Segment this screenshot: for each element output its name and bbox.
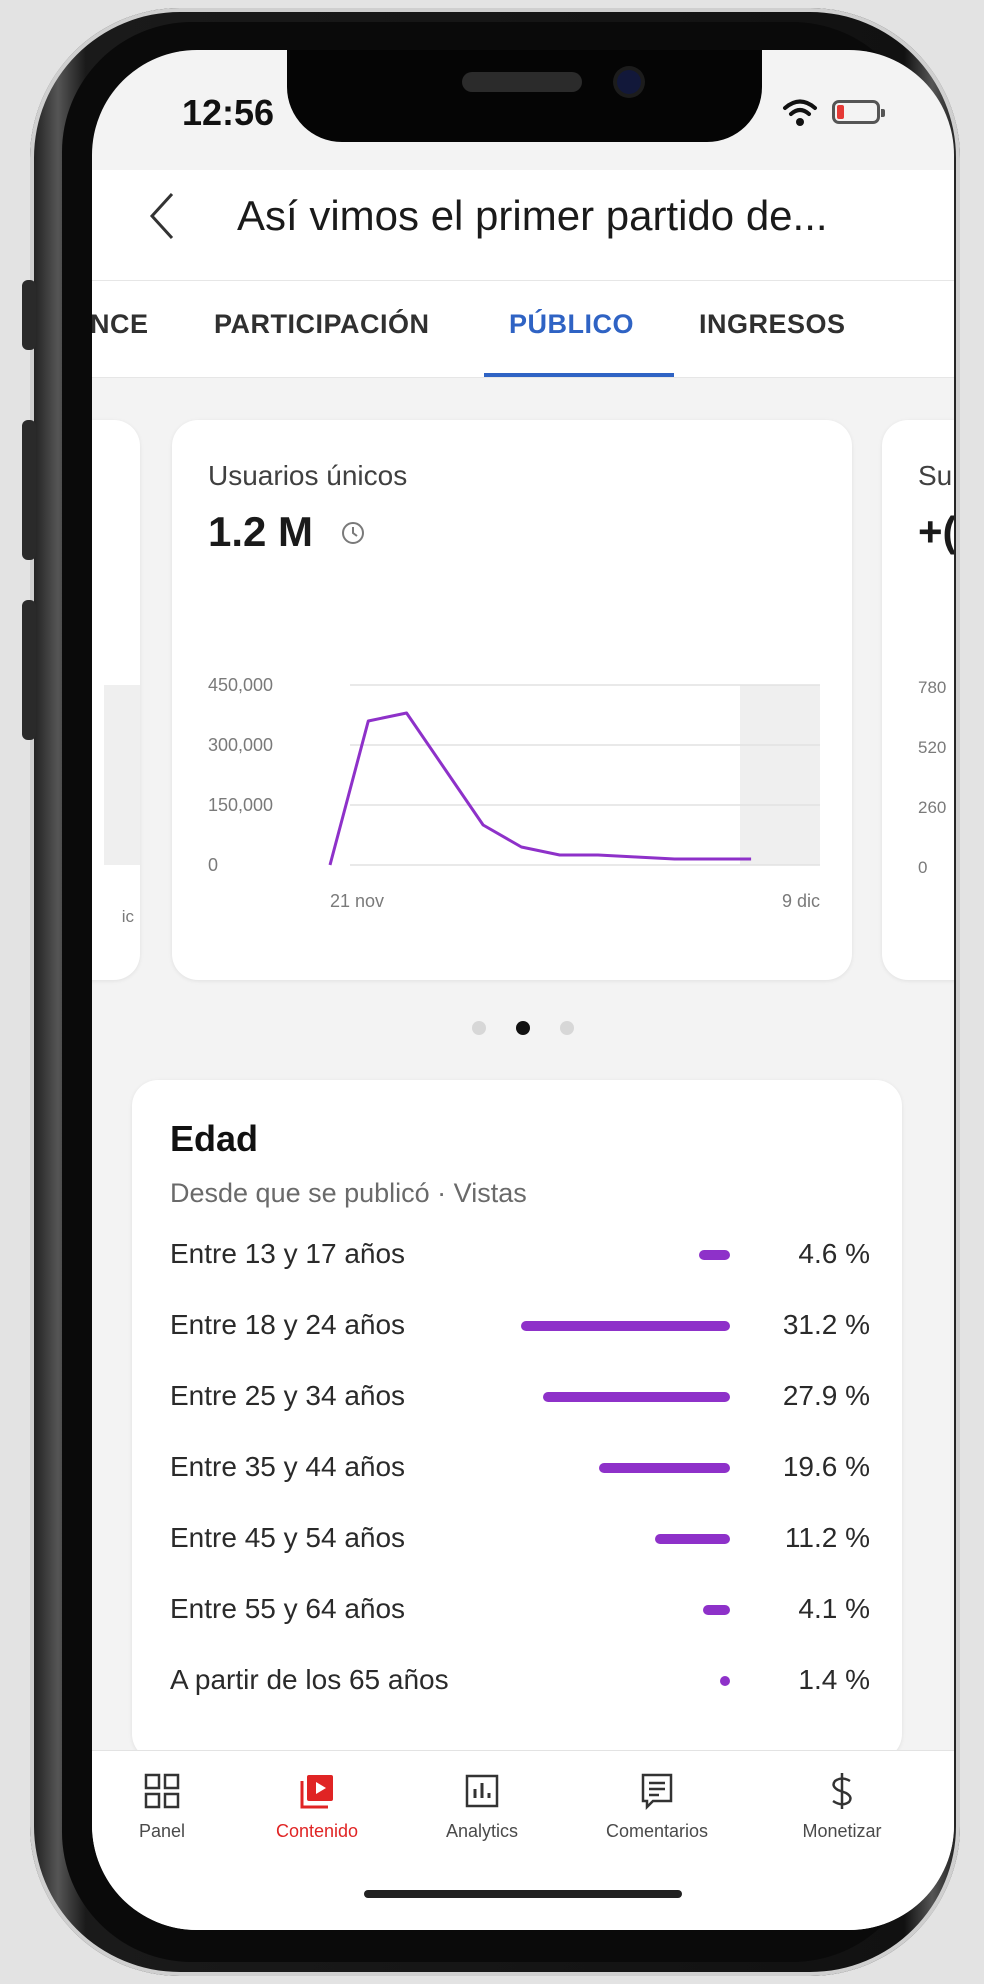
unique-users-chart: 450,000 300,000 150,000 0 21 nov 9 dic [208, 675, 820, 911]
content-icon [300, 1775, 333, 1809]
tab-bar: NCE PARTICIPACIÓN PÚBLICO INGRESOS [92, 280, 954, 378]
age-row: Entre 25 y 34 años 27.9 % [170, 1372, 870, 1422]
age-row-label: Entre 18 y 24 años [170, 1309, 406, 1340]
age-row-percent: 31.2 % [782, 1309, 870, 1340]
age-row-label: Entre 13 y 17 años [170, 1238, 406, 1269]
y-tick-label: 0 [208, 855, 218, 875]
page-dot[interactable] [560, 1021, 574, 1035]
x-tick-end: 9 dic [782, 891, 820, 911]
notch [287, 50, 762, 142]
mute-switch [22, 280, 36, 350]
age-row-label: A partir de los 65 años [170, 1664, 449, 1695]
nav-comentarios-label: Comentarios [605, 1821, 709, 1841]
app-header: Así vimos el primer partido de... [92, 170, 954, 280]
age-row-percent: 4.1 % [798, 1593, 870, 1624]
age-row-percent: 11.2 % [784, 1522, 870, 1553]
page-dot[interactable] [472, 1021, 486, 1035]
comments-icon [641, 1773, 673, 1811]
age-row-percent: 1.4 % [798, 1664, 870, 1695]
bottom-navigation: Panel Contenido Analytics Comentarios Mo… [92, 1750, 954, 1930]
age-bar [654, 1534, 730, 1544]
nav-monetizar-label: Monetizar [802, 1821, 882, 1841]
age-row: Entre 35 y 44 años 19.6 % [170, 1443, 870, 1493]
previous-card-tick: ic [121, 907, 134, 926]
unique-users-card[interactable]: Usuarios únicos 1.2 M 450,000 300,000 150,… [172, 420, 852, 980]
tab-audience-truncated[interactable]: NCE [92, 309, 149, 340]
y-tick-label: 450,000 [208, 675, 273, 695]
age-row: A partir de los 65 años 1.4 % [170, 1656, 870, 1706]
age-row-label: Entre 55 y 64 años [170, 1593, 406, 1624]
dollar-icon [832, 1773, 852, 1809]
age-bar [598, 1463, 730, 1473]
wifi-icon [783, 99, 817, 126]
age-card: Edad Desde que se publicó · Vistas Entre… [132, 1080, 902, 1760]
unique-users-line [328, 711, 752, 866]
next-card-tick: 0 [918, 858, 928, 877]
volume-down-button [22, 600, 36, 740]
age-row-percent: 19.6 % [782, 1451, 870, 1482]
age-row: Entre 55 y 64 años 4.1 % [170, 1585, 870, 1635]
home-indicator[interactable] [364, 1890, 682, 1898]
age-bar [543, 1392, 730, 1402]
back-arrow-icon[interactable] [142, 188, 186, 244]
age-bar [520, 1321, 730, 1331]
age-row: Entre 45 y 54 años 11.2 % [170, 1514, 870, 1564]
next-card-tick: 260 [918, 798, 947, 817]
dashboard-icon [144, 1773, 180, 1809]
nav-contenido-label: Contenido [275, 1821, 359, 1841]
next-card-tick: 780 [918, 678, 947, 697]
age-bar [702, 1605, 730, 1615]
y-tick-label: 150,000 [208, 795, 273, 815]
tab-participacion[interactable]: PARTICIPACIÓN [214, 309, 430, 340]
age-row: Entre 13 y 17 años 4.6 % [170, 1230, 870, 1280]
nav-analytics[interactable]: Analytics [407, 1771, 557, 1842]
age-row-percent: 4.6 % [798, 1238, 870, 1269]
page-dot-active[interactable] [516, 1021, 530, 1035]
speaker [462, 72, 582, 92]
tab-publico[interactable]: PÚBLICO [509, 309, 634, 340]
nav-comentarios[interactable]: Comentarios [582, 1771, 732, 1842]
nav-panel-label: Panel [138, 1821, 186, 1841]
page-title: Así vimos el primer partido de... [237, 192, 828, 239]
nav-contenido[interactable]: Contenido [242, 1771, 392, 1842]
next-card-tick: 520 [918, 738, 947, 757]
age-row-percent: 27.9 % [782, 1380, 870, 1411]
next-metric-card[interactable]: Su +( 780 520 260 0 [882, 420, 954, 980]
volume-up-button [22, 420, 36, 560]
analytics-icon [465, 1774, 499, 1808]
nav-analytics-label: Analytics [445, 1821, 519, 1841]
age-bar [720, 1676, 730, 1686]
age-row: Entre 18 y 24 años 31.2 % [170, 1301, 870, 1351]
chart-shaded-region [740, 685, 820, 865]
next-card-label: Su [918, 460, 953, 491]
active-tab-indicator [484, 373, 674, 377]
age-subtitle: Desde que se publicó · Vistas [170, 1178, 527, 1208]
nav-panel[interactable]: Panel [92, 1771, 237, 1842]
screen: 12:56 Así vimos el primer partido de... … [92, 50, 954, 1930]
next-card-value: +( [918, 508, 954, 555]
tab-ingresos[interactable]: INGRESOS [699, 309, 846, 340]
battery-icon [832, 100, 885, 124]
previous-metric-card[interactable]: ic [92, 420, 140, 980]
x-tick-start: 21 nov [330, 891, 384, 911]
nav-monetizar[interactable]: Monetizar [767, 1771, 917, 1842]
status-time: 12:56 [182, 92, 275, 133]
y-tick-label: 300,000 [208, 735, 273, 755]
age-row-label: Entre 35 y 44 años [170, 1451, 406, 1482]
front-camera [617, 70, 641, 94]
age-bar [699, 1250, 730, 1260]
age-row-label: Entre 25 y 34 años [170, 1380, 406, 1411]
age-title: Edad [170, 1118, 259, 1159]
age-row-label: Entre 45 y 54 años [170, 1522, 406, 1553]
